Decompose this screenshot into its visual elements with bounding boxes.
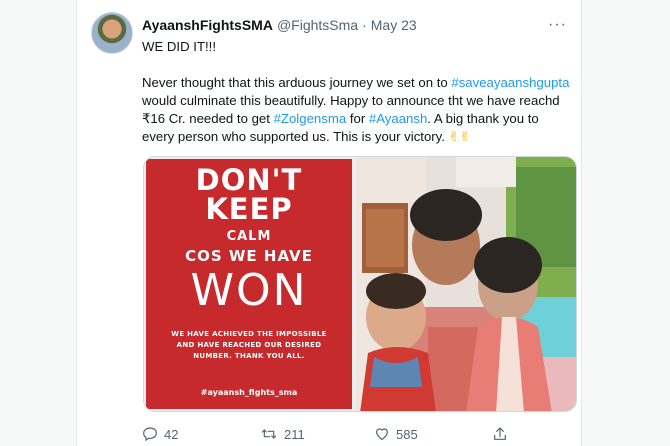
heart-icon [376, 428, 388, 440]
poster-image[interactable]: DON'T KEEP CALM COS WE HAVE WON WE HAVE … [146, 159, 352, 409]
share-button[interactable] [492, 426, 508, 442]
share-icon [494, 427, 506, 440]
hashtag-zolgensma[interactable]: #Zolgensma [274, 111, 347, 126]
tweet-media[interactable]: DON'T KEEP CALM COS WE HAVE WON WE HAVE … [143, 156, 577, 412]
hashtag-ayaansh[interactable]: #Ayaansh [369, 111, 427, 126]
tweet-actions: 42 211 585 [142, 424, 567, 444]
retweet-button[interactable]: 211 [260, 426, 305, 442]
reply-button[interactable]: 42 [142, 426, 178, 442]
like-button[interactable]: 585 [374, 426, 418, 442]
poster-line-keep: KEEP [205, 192, 293, 226]
reply-icon [143, 427, 157, 442]
author-handle[interactable]: @FightsSma [277, 17, 358, 33]
author-name[interactable]: AyaanshFightsSMA [142, 17, 273, 33]
family-photo[interactable] [356, 157, 576, 411]
victory-hand-emoji: ✌✌ [448, 129, 471, 144]
retweet-count: 211 [284, 426, 305, 442]
more-icon[interactable]: ··· [548, 17, 567, 33]
tweet-card[interactable]: AyaanshFightsSMA @FightsSma · May 23 ···… [76, 0, 582, 446]
tweet-paragraph: Never thought that this arduous journey … [142, 74, 572, 146]
tweet-body-1: Never thought that this arduous journey … [142, 75, 452, 90]
tweet-body-3: for [346, 111, 369, 126]
retweet-icon [261, 429, 277, 439]
like-count: 585 [396, 426, 418, 442]
poster-small-text: WE HAVE ACHIEVED THE IMPOSSIBLE AND HAVE… [171, 330, 327, 360]
poster-line-cos: COS WE HAVE [185, 247, 313, 265]
reply-count: 42 [164, 426, 179, 442]
tweet-header: AyaanshFightsSMA @FightsSma · May 23 ··· [142, 14, 567, 36]
hashtag-saveayaanshgupta[interactable]: #saveayaanshgupta [451, 75, 569, 90]
poster-hashtag: #ayaansh_fights_sma [200, 388, 298, 397]
tweet-text: WE DID IT!!! Never thought that this ard… [142, 38, 572, 164]
tweet-line-1: WE DID IT!!! [142, 39, 216, 54]
poster-line-calm: CALM [226, 229, 272, 244]
separator-dot: · [362, 17, 367, 33]
avatar[interactable] [91, 12, 133, 54]
poster-line-won: WON [190, 265, 308, 316]
family-photo-illustration [356, 157, 576, 411]
tweet-date[interactable]: May 23 [371, 17, 417, 33]
